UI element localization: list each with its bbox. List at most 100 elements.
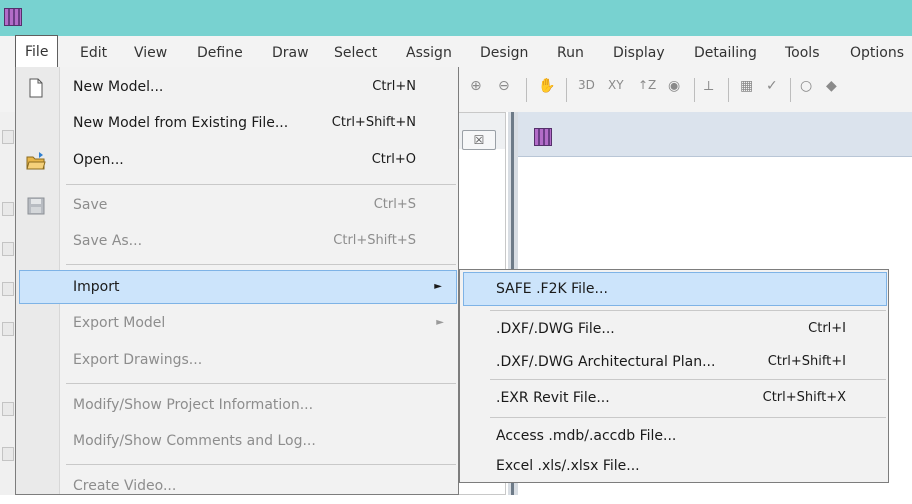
menu-item-save[interactable]: Save Ctrl+S <box>16 189 458 223</box>
tool-icon[interactable] <box>2 447 14 461</box>
toolbar-separator <box>526 78 527 102</box>
menu-item-shortcut: Ctrl+O <box>371 152 416 167</box>
menu-item-shortcut: Ctrl+S <box>373 197 416 212</box>
submenu-item-shortcut: Ctrl+Shift+I <box>767 354 846 369</box>
menu-separator <box>490 379 886 380</box>
tool-icon[interactable] <box>2 322 14 336</box>
menu-draw[interactable]: Draw <box>272 45 309 61</box>
new-document-icon <box>29 78 43 98</box>
left-toolbar-strip <box>0 112 16 495</box>
submenu-item-label: SAFE .F2K File... <box>496 281 608 297</box>
import-submenu: SAFE .F2K File... .DXF/.DWG File... Ctrl… <box>459 269 889 483</box>
submenu-item-shortcut: Ctrl+I <box>808 321 846 336</box>
menu-item-label: Export Model <box>73 315 166 331</box>
menu-separator <box>66 264 456 265</box>
menu-item-save-as[interactable]: Save As... Ctrl+Shift+S <box>16 225 458 259</box>
menu-separator <box>490 417 886 418</box>
menu-edit[interactable]: Edit <box>80 45 107 61</box>
menu-item-label: Modify/Show Comments and Log... <box>73 433 316 449</box>
submenu-item-label: .DXF/.DWG File... <box>496 321 615 337</box>
menu-item-export-drawings[interactable]: Export Drawings... <box>16 344 458 378</box>
file-menu: New Model... Ctrl+N New Model from Exist… <box>15 67 459 495</box>
menu-tools[interactable]: Tools <box>785 45 820 61</box>
submenu-item-safe-f2k[interactable]: SAFE .F2K File... <box>463 272 887 306</box>
menu-file[interactable]: File <box>15 35 59 68</box>
submenu-item-exr-revit[interactable]: .EXR Revit File... Ctrl+Shift+X <box>460 382 888 416</box>
zoom-out-icon[interactable]: ⊖ <box>498 78 510 94</box>
menu-separator <box>66 184 456 185</box>
menu-run[interactable]: Run <box>557 45 584 61</box>
tool-icon[interactable] <box>2 282 14 296</box>
view-3d-button[interactable]: 3D <box>578 78 595 92</box>
tool-icon[interactable] <box>2 402 14 416</box>
menu-design[interactable]: Design <box>480 45 528 61</box>
submenu-arrow-icon: ► <box>436 317 444 328</box>
menu-item-new-model[interactable]: New Model... Ctrl+N <box>16 71 458 105</box>
menu-item-label: Create Video... <box>73 478 177 494</box>
check-icon[interactable]: ✓ <box>766 78 778 94</box>
view-window-header <box>518 112 912 157</box>
submenu-item-label: Excel .xls/.xlsx File... <box>496 458 640 474</box>
tool-icon[interactable] <box>2 242 14 256</box>
submenu-item-shortcut: Ctrl+Shift+X <box>762 390 846 405</box>
submenu-item-label: .EXR Revit File... <box>496 390 610 406</box>
menu-item-shortcut: Ctrl+N <box>372 79 416 94</box>
menu-item-project-info[interactable]: Modify/Show Project Information... <box>16 389 458 423</box>
view-window-icon <box>534 128 552 146</box>
app-logo-icon <box>4 8 22 26</box>
menu-item-comments-log[interactable]: Modify/Show Comments and Log... <box>16 425 458 459</box>
menu-item-shortcut: Ctrl+Shift+N <box>331 115 416 130</box>
zoom-in-icon[interactable]: ⊕ <box>470 78 482 94</box>
menu-separator <box>66 383 456 384</box>
submenu-item-excel[interactable]: Excel .xls/.xlsx File... <box>460 450 888 484</box>
save-disk-icon <box>27 197 45 215</box>
shape-icon[interactable]: ◆ <box>826 78 837 94</box>
view-xy-button[interactable]: XY <box>608 78 624 92</box>
menu-item-label: Save <box>73 197 108 213</box>
menu-item-label: Open... <box>73 152 124 168</box>
menu-item-label: New Model from Existing File... <box>73 115 289 131</box>
circle-icon[interactable]: ○ <box>800 78 812 94</box>
panel-close-button[interactable]: ☒ <box>462 130 496 150</box>
title-bar <box>0 0 912 36</box>
pan-hand-icon[interactable]: ✋ <box>538 78 555 94</box>
submenu-item-access-db[interactable]: Access .mdb/.accdb File... <box>460 420 888 454</box>
rotate-view-icon[interactable]: ◉ <box>668 78 680 94</box>
toolbar-separator <box>566 78 567 102</box>
toolbar-separator <box>790 78 791 102</box>
menu-options[interactable]: Options <box>850 45 904 61</box>
menu-item-export-model[interactable]: Export Model ► <box>16 307 458 341</box>
submenu-arrow-icon: ► <box>434 281 442 292</box>
menu-item-label: Modify/Show Project Information... <box>73 397 314 413</box>
perspective-icon[interactable]: ⟂ <box>704 78 713 94</box>
menu-item-create-video[interactable]: Create Video... <box>16 470 458 504</box>
grid-select-icon[interactable]: ▦ <box>740 78 753 94</box>
menu-bar: File Edit View Define Draw Select Assign… <box>0 35 912 68</box>
tool-icon[interactable] <box>2 202 14 216</box>
submenu-item-label: Access .mdb/.accdb File... <box>496 428 677 444</box>
open-folder-icon <box>26 152 46 170</box>
menu-item-label: Save As... <box>73 233 143 249</box>
menu-select[interactable]: Select <box>334 45 377 61</box>
submenu-item-dxf-dwg[interactable]: .DXF/.DWG File... Ctrl+I <box>460 313 888 347</box>
menu-item-new-model-from-file[interactable]: New Model from Existing File... Ctrl+Shi… <box>16 107 458 141</box>
menu-define[interactable]: Define <box>197 45 243 61</box>
menu-view[interactable]: View <box>134 45 167 61</box>
submenu-item-dxf-dwg-arch-plan[interactable]: .DXF/.DWG Architectural Plan... Ctrl+Shi… <box>460 346 888 380</box>
menu-display[interactable]: Display <box>613 45 665 61</box>
menu-item-label: Import <box>73 279 120 295</box>
menu-detailing[interactable]: Detailing <box>694 45 757 61</box>
view-z-button[interactable]: ↑Z <box>638 78 656 92</box>
menu-item-label: New Model... <box>73 79 164 95</box>
menu-item-open[interactable]: Open... Ctrl+O <box>16 144 458 178</box>
tool-icon[interactable] <box>2 130 14 144</box>
toolbar-separator <box>728 78 729 102</box>
menu-separator <box>66 464 456 465</box>
menu-separator <box>490 310 886 311</box>
menu-item-shortcut: Ctrl+Shift+S <box>333 233 416 248</box>
menu-assign[interactable]: Assign <box>406 45 452 61</box>
menu-item-label: Export Drawings... <box>73 352 203 368</box>
submenu-item-label: .DXF/.DWG Architectural Plan... <box>496 354 716 370</box>
menu-item-import[interactable]: Import ► <box>19 270 457 304</box>
toolbar-separator <box>694 78 695 102</box>
